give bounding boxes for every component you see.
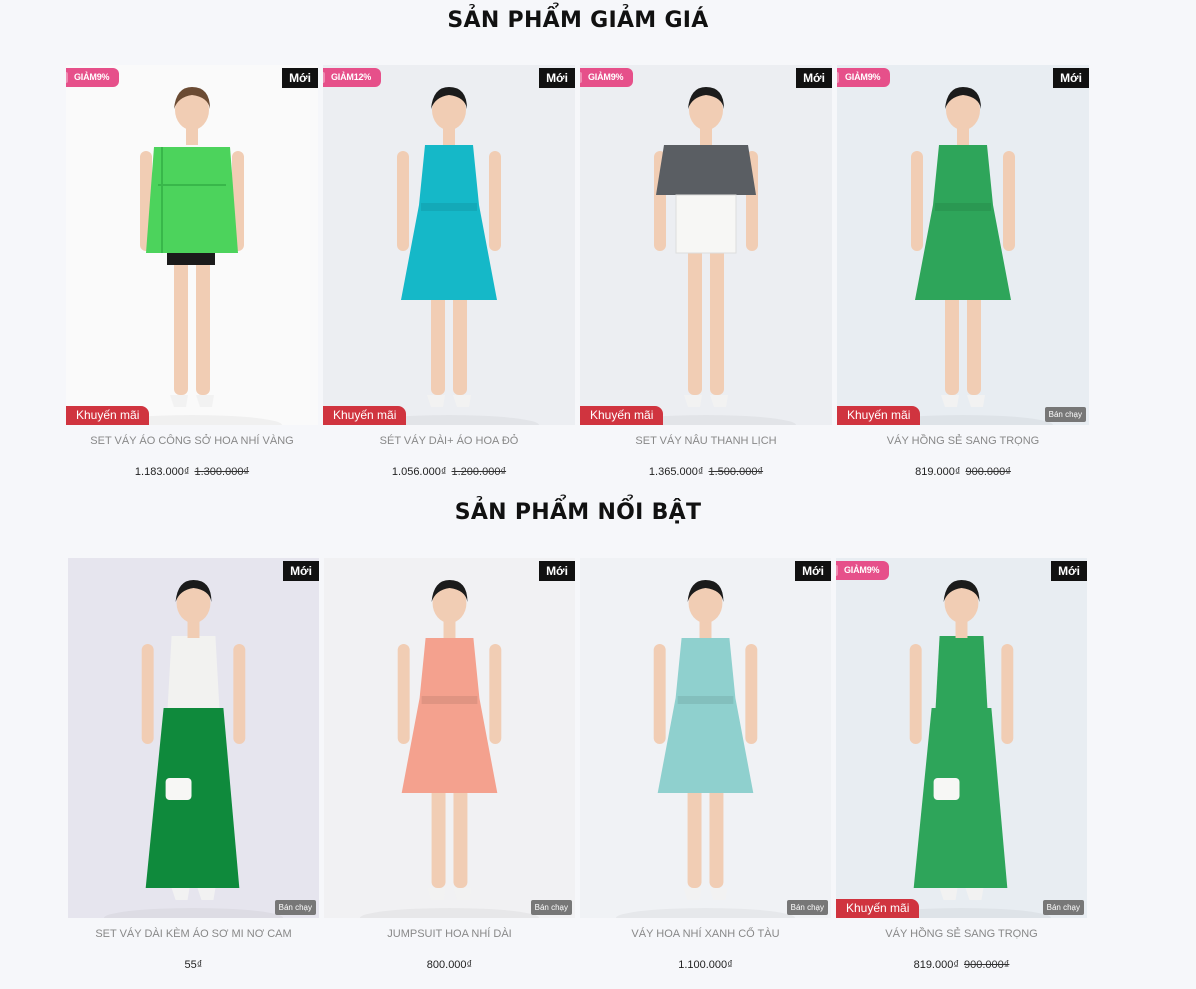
product-name[interactable]: VÁY HOA NHÍ XANH CỔ TÀU — [580, 928, 831, 942]
original-price: 900.000₫ — [965, 466, 1011, 478]
current-price: 800.000₫ — [426, 959, 473, 971]
sale-badge: GIẢM9% — [580, 68, 634, 87]
product-price-row: 1.100.000₫ — [580, 959, 831, 971]
product-name[interactable]: JUMPSUIT HOA NHÍ DÀI — [324, 928, 575, 942]
new-badge: Mới — [282, 68, 318, 88]
new-badge: Mới — [1051, 561, 1087, 581]
original-price: 900.000₫ — [964, 959, 1010, 971]
product-name[interactable]: SÉT VÁY DÀI+ ÁO HOA ĐỎ — [323, 435, 575, 449]
product-name[interactable]: SET VÁY DÀI KÈM ÁO SƠ MI NƠ CAM — [68, 928, 319, 942]
product-name[interactable]: SET VÁY NÂU THANH LỊCH — [580, 435, 832, 449]
promo-badge: Khuyến mãi — [580, 406, 664, 425]
product-image[interactable]: Mới Bán chạy — [580, 558, 831, 918]
sale-badge: GIẢM9% — [836, 561, 890, 580]
promo-badge: Khuyến mãi — [837, 406, 921, 425]
promo-badge: Khuyến mãi — [323, 406, 407, 425]
product-card[interactable]: GIẢM9% Mới Khuyến mãi SET VÁY NÂU THANH LỊC… — [580, 65, 832, 478]
product-price-row: 1.056.000₫ 1.200.000₫ — [323, 466, 575, 478]
product-card[interactable]: GIẢM9% Mới Khuyến mãi SET VÁY ÁO CÔNG SỞ HO… — [66, 65, 318, 478]
current-price: 55₫ — [184, 959, 203, 971]
current-price: 1.056.000₫ — [391, 466, 447, 478]
product-name[interactable]: SET VÁY ÁO CÔNG SỞ HOA NHÍ VÀNG — [66, 435, 318, 449]
current-price: 1.183.000₫ — [134, 466, 190, 478]
product-name[interactable]: VÁY HỒNG SẺ SANG TRỌNG — [836, 928, 1087, 942]
current-price: 1.100.000₫ — [678, 959, 733, 971]
product-price-row: 800.000₫ — [324, 959, 575, 971]
best-seller-badge: Bán chạy — [1044, 407, 1086, 422]
current-price: 1.365.000₫ — [648, 466, 704, 478]
product-card[interactable]: GIẢM9% Mới Khuyến mãi Bán chạy VÁY HỒNG SẺ S… — [837, 65, 1089, 478]
best-seller-badge: Bán chạy — [786, 900, 828, 915]
featured-product-grid: Mới Bán chạy SET VÁY DÀI KÈM ÁO SƠ MI NƠ C… — [68, 558, 1087, 971]
new-badge: Mới — [539, 561, 575, 581]
product-image[interactable]: GIẢM9% Mới Khuyến mãi Bán chạy — [836, 558, 1087, 918]
product-image[interactable]: GIẢM9% Mới Khuyến mãi Bán chạy — [837, 65, 1089, 425]
product-price-row: 819.000₫ 900.000₫ — [837, 466, 1089, 478]
best-seller-badge: Bán chạy — [530, 900, 572, 915]
original-price: 1.500.000₫ — [708, 466, 764, 478]
product-card[interactable]: GIẢM12% Mới Khuyến mãi SÉT VÁY DÀI+ ÁO HOA … — [323, 65, 575, 478]
product-image[interactable]: Mới Bán chạy — [324, 558, 575, 918]
product-card[interactable]: GIẢM9% Mới Khuyến mãi Bán chạy VÁY HỒNG SẺ S… — [836, 558, 1087, 971]
product-price-row: 55₫ — [68, 959, 319, 971]
sale-badge: GIẢM9% — [66, 68, 120, 87]
new-badge: Mới — [283, 561, 319, 581]
new-badge: Mới — [539, 68, 575, 88]
product-image[interactable]: GIẢM9% Mới Khuyến mãi — [580, 65, 832, 425]
product-name[interactable]: VÁY HỒNG SẺ SANG TRỌNG — [837, 435, 1089, 449]
promo-badge: Khuyến mãi — [836, 899, 920, 918]
new-badge: Mới — [796, 68, 832, 88]
product-card[interactable]: Mới Bán chạy JUMPSUIT HOA NHÍ DÀI 800.000₫ — [324, 558, 575, 971]
product-price-row: 1.183.000₫ 1.300.000₫ — [66, 466, 318, 478]
sale-product-grid: GIẢM9% Mới Khuyến mãi SET VÁY ÁO CÔNG SỞ HO… — [66, 65, 1089, 478]
product-card[interactable]: Mới Bán chạy SET VÁY DÀI KÈM ÁO SƠ MI NƠ C… — [68, 558, 319, 971]
new-badge: Mới — [1053, 68, 1089, 88]
section-title-sale: SẢN PHẨM GIẢM GIÁ — [447, 8, 709, 33]
original-price: 1.300.000₫ — [194, 466, 250, 478]
promo-badge: Khuyến mãi — [66, 406, 150, 425]
product-price-row: 819.000₫ 900.000₫ — [836, 959, 1087, 971]
current-price: 819.000₫ — [913, 959, 959, 971]
section-title-featured: SẢN PHẨM NỔI BẬT — [454, 500, 702, 525]
sale-badge: GIẢM9% — [837, 68, 891, 87]
new-badge: Mới — [795, 561, 831, 581]
product-card[interactable]: Mới Bán chạy VÁY HOA NHÍ XANH CỔ TÀU 1.100.… — [580, 558, 831, 971]
original-price: 1.200.000₫ — [451, 466, 507, 478]
current-price: 819.000₫ — [915, 466, 961, 478]
best-seller-badge: Bán chạy — [1042, 900, 1084, 915]
sale-badge: GIẢM12% — [323, 68, 382, 87]
product-image[interactable]: GIẢM9% Mới Khuyến mãi — [66, 65, 318, 425]
best-seller-badge: Bán chạy — [274, 900, 316, 915]
product-image[interactable]: GIẢM12% Mới Khuyến mãi — [323, 65, 575, 425]
product-price-row: 1.365.000₫ 1.500.000₫ — [580, 466, 832, 478]
product-image[interactable]: Mới Bán chạy — [68, 558, 319, 918]
